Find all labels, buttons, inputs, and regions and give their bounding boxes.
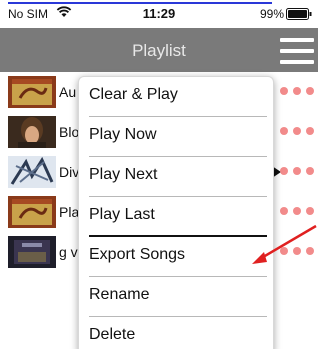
- album-art-thumbnail: [8, 236, 56, 268]
- menu-item-play-last[interactable]: Play Last: [79, 197, 273, 237]
- menu-item-clear-and-play[interactable]: Clear & Play: [79, 77, 273, 117]
- menu-item-rename[interactable]: Rename: [79, 277, 273, 317]
- album-art-thumbnail: [8, 76, 56, 108]
- status-bar: No SIM 11:29 99%: [0, 0, 318, 28]
- menu-item-export-songs[interactable]: Export Songs: [79, 237, 273, 277]
- album-art-thumbnail: [8, 116, 56, 148]
- menu-item-label: Clear & Play: [89, 86, 178, 103]
- annotation-arrow-icon: [252, 224, 317, 264]
- playlist-title: Au: [59, 84, 77, 100]
- more-options-icon[interactable]: [280, 207, 314, 217]
- menu-item-label: Export Songs: [89, 246, 186, 263]
- menu-hamburger-icon[interactable]: [280, 38, 314, 64]
- menu-item-label: Delete: [89, 326, 136, 343]
- nav-bar: Playlist: [0, 28, 318, 72]
- playlist-title: Blo: [59, 124, 80, 140]
- menu-item-label: Play Now: [89, 126, 157, 143]
- album-art-thumbnail: [8, 156, 56, 188]
- playlist-title: Div: [59, 164, 80, 180]
- top-rule: [8, 2, 272, 4]
- playlist-context-menu: Clear & Play Play Now Play Next Play Las…: [78, 76, 274, 349]
- album-art-thumbnail: [8, 196, 56, 228]
- playlist-title: g v: [59, 244, 78, 260]
- more-options-icon[interactable]: [280, 87, 314, 97]
- menu-item-label: Rename: [89, 286, 150, 303]
- more-options-icon[interactable]: [280, 167, 314, 177]
- menu-item-play-now[interactable]: Play Now: [79, 117, 273, 157]
- menu-item-label: Play Last: [89, 206, 155, 223]
- menu-item-delete[interactable]: Delete: [79, 317, 273, 349]
- page-title: Playlist: [132, 41, 186, 60]
- battery-percent: 99%: [259, 7, 284, 21]
- menu-item-label: Play Next: [89, 166, 158, 183]
- menu-item-play-next[interactable]: Play Next: [79, 157, 273, 197]
- more-options-icon[interactable]: [280, 127, 314, 137]
- playlist-title: Pla: [59, 204, 80, 220]
- battery-icon: [286, 8, 312, 20]
